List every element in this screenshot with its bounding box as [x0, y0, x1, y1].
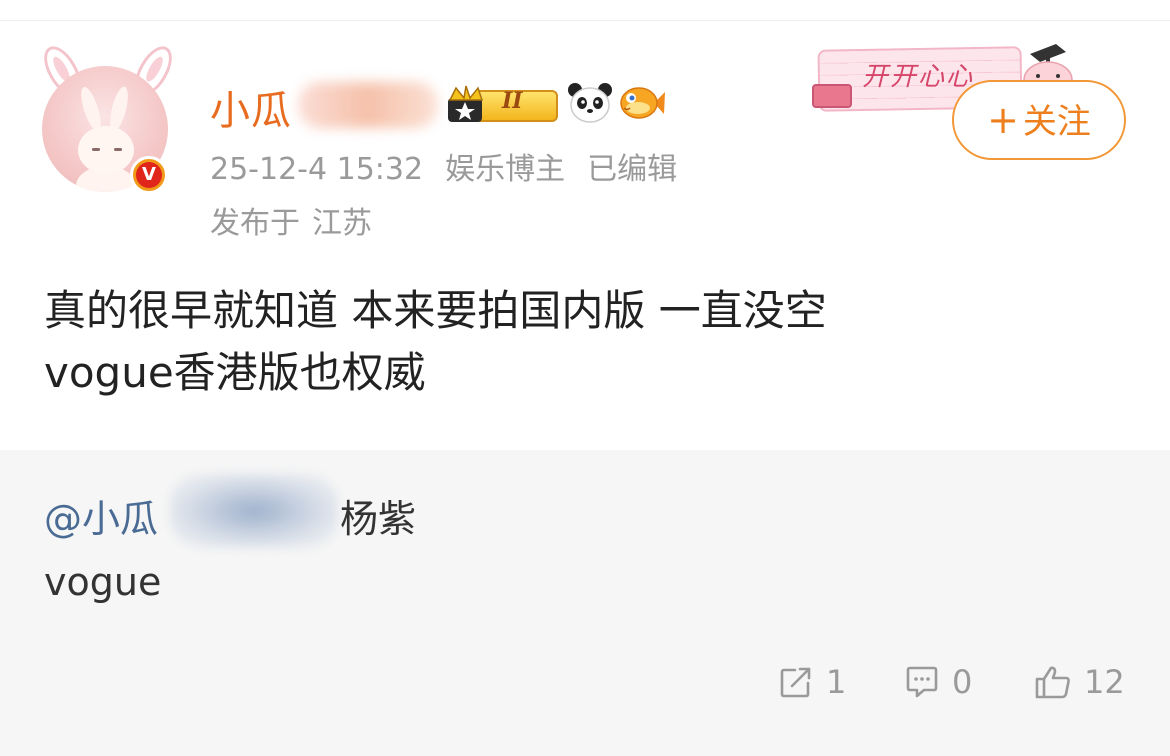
decoration-text: 开开心心	[862, 62, 975, 92]
book-icon	[812, 84, 852, 108]
quoted-author-mention[interactable]: @小瓜	[44, 488, 158, 543]
repost-button[interactable]: 1	[778, 660, 846, 704]
follow-label: 关注	[1022, 102, 1091, 142]
edited-label[interactable]: 已编辑	[587, 152, 677, 187]
author-role: 娱乐博主	[445, 152, 566, 187]
comment-icon	[906, 666, 938, 698]
repost-count: 1	[826, 663, 847, 701]
crown-icon	[448, 85, 484, 122]
member-level-badge[interactable]: II	[444, 84, 558, 126]
repost-icon	[780, 667, 811, 698]
post-content-line-1: 真的很早就知道 本来要拍国内版 一直没空	[44, 286, 827, 335]
post-content: 真的很早就知道 本来要拍国内版 一直没空 vogue香港版也权威	[44, 280, 1134, 404]
post-location: 发布于 江苏	[210, 198, 384, 242]
follow-button[interactable]: + 关注	[952, 80, 1126, 160]
author-name-blurred	[298, 82, 438, 128]
panda-icon	[568, 83, 612, 123]
post-meta: 25-12-4 15:32 娱乐博主 已编辑	[210, 144, 699, 188]
quoted-text: vogue	[44, 560, 162, 604]
post-time: 25-12-4 15:32	[210, 152, 424, 187]
quoted-author-tail: 杨紫	[340, 497, 417, 541]
weibo-post-card: V 小瓜 II 25-12-4 15:32 娱乐博主 已编辑 发布于 江苏 开开…	[0, 0, 1170, 756]
quoted-author-blurred	[170, 474, 338, 548]
plus-icon: +	[987, 98, 1019, 142]
thumbs-up-icon	[1035, 666, 1070, 699]
location-prefix: 发布于	[210, 206, 300, 241]
level-text: II	[502, 88, 523, 114]
like-button[interactable]: 12	[1034, 660, 1125, 704]
like-count: 12	[1084, 663, 1125, 701]
location-place: 江苏	[312, 206, 372, 241]
comment-count: 0	[952, 663, 973, 701]
verified-badge-icon: V	[130, 156, 168, 194]
comment-button[interactable]: 0	[904, 660, 972, 704]
fish-icon	[620, 87, 665, 119]
author-name[interactable]: 小瓜	[210, 78, 292, 136]
avatar[interactable]: V	[32, 40, 182, 202]
top-divider	[0, 20, 1170, 21]
post-content-line-2: vogue香港版也权威	[44, 348, 426, 397]
